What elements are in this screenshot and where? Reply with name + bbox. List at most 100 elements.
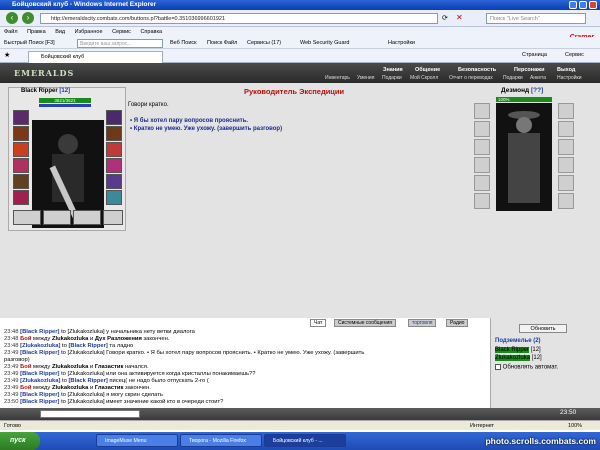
game-logo: EMERALDS bbox=[14, 68, 75, 78]
nav-gifts-2[interactable]: Подарки bbox=[503, 75, 523, 81]
chat-message: 23:48 [Black Ripper] to [Zlukakozluka] у… bbox=[4, 329, 195, 335]
menu-favorites[interactable]: Избранное bbox=[75, 29, 103, 35]
menu-file[interactable]: Файл bbox=[4, 29, 18, 35]
toolbar-search-input[interactable]: Введите ваш запрос... bbox=[77, 39, 163, 48]
npc-slot-2 bbox=[474, 121, 490, 137]
maximize-button[interactable] bbox=[579, 1, 587, 9]
status-bar: Готово Интернет 100% bbox=[0, 420, 600, 430]
nav-communication[interactable]: Общение bbox=[415, 67, 440, 73]
forward-button[interactable]: › bbox=[22, 12, 34, 24]
dialog-option-1[interactable]: • Я бы хотел пару вопросов прояснить. bbox=[130, 118, 248, 124]
slot-pocket-3[interactable] bbox=[73, 210, 101, 225]
slot-shield[interactable] bbox=[106, 126, 122, 141]
tab-chat[interactable]: Чат bbox=[310, 319, 327, 327]
npc-slot-11 bbox=[558, 175, 574, 191]
minimize-button[interactable] bbox=[569, 1, 577, 9]
nav-my-scroll[interactable]: Мой Скролл bbox=[410, 75, 438, 81]
nav-inventory[interactable]: Инвентарь bbox=[325, 75, 350, 81]
npc-name[interactable]: Дезмонд [??] bbox=[501, 87, 543, 94]
slot-gloves[interactable] bbox=[106, 110, 122, 125]
stop-icon[interactable]: ✕ bbox=[456, 13, 463, 22]
slot-earring[interactable] bbox=[13, 126, 29, 141]
services-button[interactable]: Сервисы (17) bbox=[247, 37, 281, 49]
chat-input[interactable] bbox=[40, 410, 140, 418]
player-name[interactable]: Black Ripper [12] bbox=[21, 88, 70, 94]
tools-menu-button[interactable]: Сервис bbox=[565, 52, 584, 58]
player-character-panel: Black Ripper [12] 3621/3621 bbox=[8, 87, 126, 231]
online-user[interactable]: Zlukakozluka [12] bbox=[495, 355, 542, 361]
taskbar-item[interactable]: Творога - Mozilla Firefox bbox=[180, 434, 262, 447]
web-search-button[interactable]: Веб Поиск bbox=[170, 37, 197, 49]
menu-view[interactable]: Вид bbox=[55, 29, 65, 35]
slot-ring-3[interactable] bbox=[106, 190, 122, 205]
npc-slot-9 bbox=[558, 139, 574, 155]
slot-armor[interactable] bbox=[13, 158, 29, 173]
slot-ring-1[interactable] bbox=[13, 190, 29, 205]
npc-slot-8 bbox=[558, 121, 574, 137]
auto-refresh-option[interactable]: Обновлять автомат. bbox=[495, 364, 558, 371]
nav-security[interactable]: Безопасность bbox=[458, 67, 496, 73]
nav-gifts[interactable]: Подарки bbox=[382, 75, 402, 81]
window-title-bar: Бойцовский клуб - Windows Internet Explo… bbox=[0, 0, 600, 10]
nav-skills[interactable]: Умения bbox=[357, 75, 374, 81]
online-user[interactable]: Black Ripper [12] bbox=[495, 347, 541, 353]
menu-edit[interactable]: Правка bbox=[27, 29, 46, 35]
tab-radio[interactable]: Радио bbox=[446, 319, 469, 327]
npc-slot-10 bbox=[558, 157, 574, 173]
quick-search-button[interactable]: Быстрый Поиск [F3] bbox=[4, 37, 55, 49]
taskbar-item[interactable]: Бойцовский клуб - ... bbox=[264, 434, 346, 447]
close-button[interactable] bbox=[589, 1, 597, 9]
slot-weapon[interactable] bbox=[13, 142, 29, 157]
slot-boots[interactable] bbox=[106, 174, 122, 189]
tab-trade[interactable]: торговля bbox=[408, 319, 437, 327]
favorites-star-icon[interactable]: ★ bbox=[4, 51, 10, 59]
menu-tools[interactable]: Сервис bbox=[112, 29, 131, 35]
slot-ring-2[interactable] bbox=[106, 158, 122, 173]
location-label: Подземелье (2) bbox=[495, 338, 541, 344]
tab-combats[interactable]: Бойцовский клуб bbox=[28, 51, 163, 63]
live-search-input[interactable]: Поиск "Live Search" bbox=[486, 13, 586, 24]
npc-character-panel: Дезмонд [??] 100% bbox=[466, 87, 582, 231]
slot-pocket-2[interactable] bbox=[43, 210, 71, 225]
npc-slot-4 bbox=[474, 157, 490, 173]
chat-message: 23:49 [Zlukakozluka] to [Black Ripper] п… bbox=[4, 378, 209, 384]
slot-pocket-4[interactable] bbox=[103, 210, 123, 225]
nav-knowledge[interactable]: Знания bbox=[383, 67, 403, 73]
auto-refresh-checkbox[interactable] bbox=[495, 364, 501, 370]
nav-transfer-report[interactable]: Отчет о переводах bbox=[449, 75, 493, 81]
window-title: Бойцовский клуб - Windows Internet Explo… bbox=[12, 1, 157, 8]
npc-slot-1 bbox=[474, 103, 490, 119]
game-clock: 23:50 bbox=[560, 409, 577, 416]
npc-avatar[interactable] bbox=[496, 103, 552, 211]
nav-profile[interactable]: Анкета bbox=[530, 75, 546, 81]
zoom-level[interactable]: 100% bbox=[568, 421, 582, 431]
slot-bracer[interactable] bbox=[106, 142, 122, 157]
nav-characters[interactable]: Персонажи bbox=[514, 67, 544, 73]
nav-exit[interactable]: Выход bbox=[557, 67, 575, 73]
start-button[interactable]: пуск bbox=[0, 432, 40, 450]
page-menu-button[interactable]: Страница bbox=[522, 52, 547, 58]
slot-pocket-1[interactable] bbox=[13, 210, 41, 225]
tab-bar: ★ Бойцовский клуб Страница Сервис bbox=[0, 49, 600, 63]
chat-panel: Чат Системные сообщения торговля Радио 2… bbox=[0, 318, 490, 408]
settings-button[interactable]: Настройки bbox=[388, 37, 415, 49]
back-button[interactable]: ‹ bbox=[6, 12, 18, 24]
slot-belt[interactable] bbox=[13, 174, 29, 189]
nav-settings[interactable]: Настройки bbox=[557, 75, 582, 81]
npc-slot-5 bbox=[474, 175, 490, 191]
security-button[interactable]: Web Security Guard bbox=[300, 37, 349, 49]
address-input[interactable]: http://emeraldscity.combats.com/buttons.… bbox=[40, 13, 438, 24]
refresh-icon[interactable]: ⟳ bbox=[442, 14, 448, 22]
chat-toolbar: 23:50 bbox=[0, 408, 600, 420]
slot-helm[interactable] bbox=[13, 110, 29, 125]
dialog-option-2[interactable]: • Кратко не умею. Уже ухожу. (завершить … bbox=[130, 126, 282, 132]
chat-message: 23:49 Бой между Zlukakozluka и Глазастик… bbox=[4, 364, 149, 370]
taskbar-item[interactable]: ImageMuse Menu bbox=[96, 434, 178, 447]
tab-system[interactable]: Системные сообщения bbox=[334, 319, 396, 327]
search-files-button[interactable]: Поиск Файл bbox=[207, 37, 237, 49]
refresh-button[interactable]: Обновить bbox=[519, 324, 567, 333]
menu-help[interactable]: Справка bbox=[140, 29, 162, 35]
chat-message: 23:48 Бой между Zlukakozluka и Дух Разло… bbox=[4, 336, 170, 342]
zone-text: Интернет bbox=[470, 423, 494, 429]
npc-hp-bar: 100% bbox=[496, 97, 552, 102]
